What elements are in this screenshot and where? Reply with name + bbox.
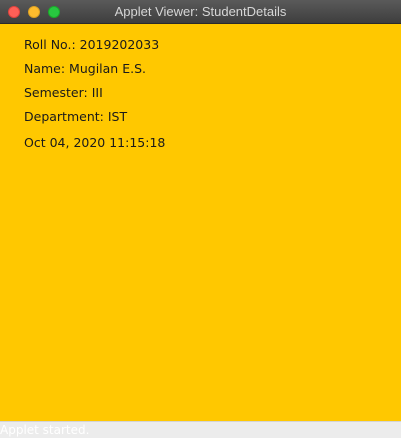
minimize-window-button[interactable] — [28, 6, 40, 18]
applet-canvas: Roll No.: 2019202033 Name: Mugilan E.S. … — [0, 24, 401, 421]
applet-viewer-window: Applet Viewer: StudentDetails Roll No.: … — [0, 0, 401, 438]
semester-text: Semester: III — [24, 85, 103, 100]
student-name-text: Name: Mugilan E.S. — [24, 61, 146, 76]
zoom-window-button[interactable] — [48, 6, 60, 18]
status-bar: Applet started. — [0, 421, 401, 438]
department-text: Department: IST — [24, 109, 128, 124]
close-window-button[interactable] — [8, 6, 20, 18]
roll-number-text: Roll No.: 2019202033 — [24, 37, 160, 52]
window-title: Applet Viewer: StudentDetails — [114, 4, 287, 19]
title-bar[interactable]: Applet Viewer: StudentDetails — [0, 0, 401, 24]
date-time-text: Oct 04, 2020 11:15:18 — [24, 135, 166, 150]
status-text: Applet started. — [0, 423, 90, 437]
